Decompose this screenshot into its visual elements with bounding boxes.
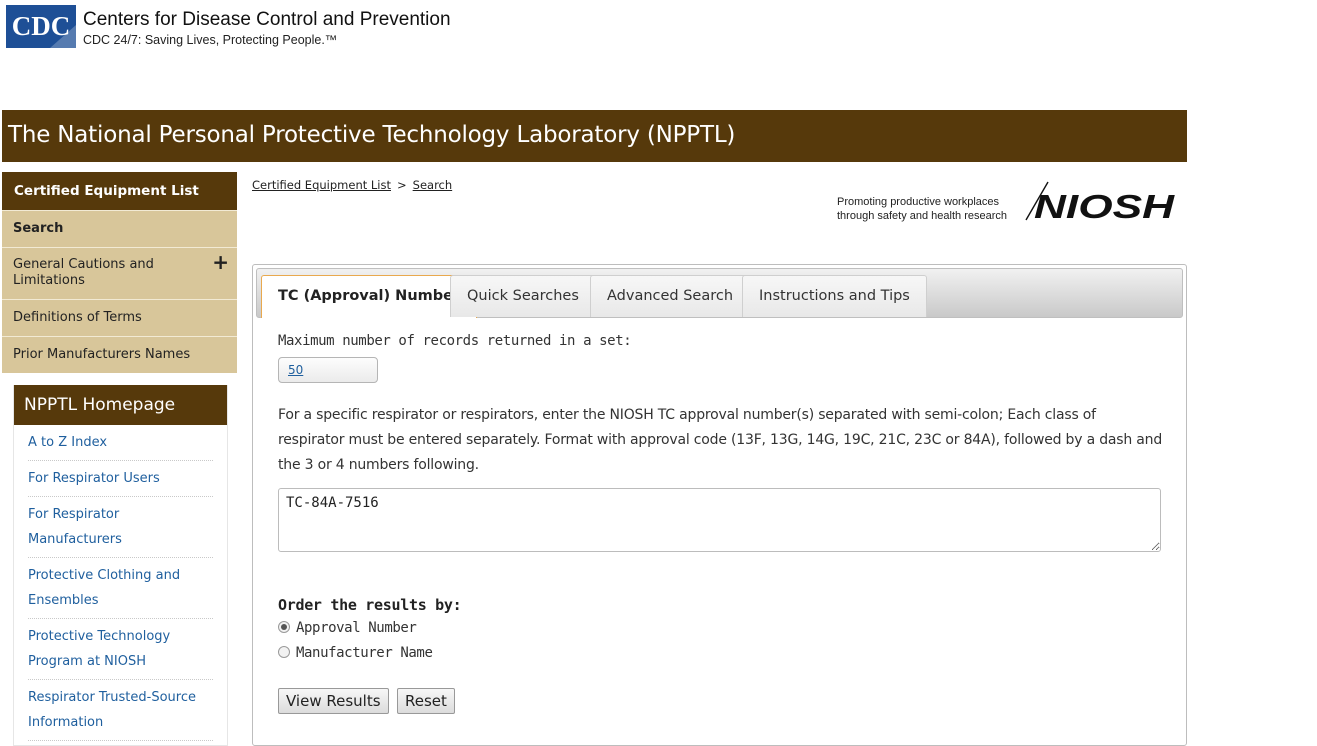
niosh-logo[interactable]: NIOSH	[1022, 180, 1182, 222]
tab-instructions-and-tips[interactable]: Instructions and Tips	[742, 275, 927, 317]
niosh-tagline-line1: Promoting productive workplaces	[837, 196, 1000, 208]
tab-tc-approval-number[interactable]: TC (Approval) Number	[261, 275, 478, 318]
cdc-logo[interactable]: CDC	[6, 5, 76, 48]
tc-number-input[interactable]: TC-84A-7516	[278, 488, 1161, 552]
breadcrumb-certified-equipment-list[interactable]: Certified Equipment List	[252, 178, 391, 192]
radio-approval-number[interactable]	[278, 621, 290, 633]
homepage-links: A to Z Index For Respirator Users For Re…	[14, 425, 227, 741]
banner-title[interactable]: The National Personal Protective Technol…	[8, 122, 735, 148]
radio-label: Manufacturer Name	[296, 645, 433, 661]
niosh-tagline-line2: through safety and health research	[837, 210, 1008, 222]
tc-instructions-text: For a specific respirator or respirators…	[278, 407, 1163, 473]
nav-item-definitions-of-terms[interactable]: Definitions of Terms	[2, 299, 237, 336]
view-results-button[interactable]: View Results	[278, 688, 389, 714]
link-a-to-z-index[interactable]: A to Z Index	[28, 425, 213, 461]
order-option-manufacturer-name[interactable]: Manufacturer Name	[278, 645, 433, 661]
nav-item-search[interactable]: Search	[2, 210, 237, 247]
niosh-logo-text: NIOSH	[1034, 188, 1176, 222]
breadcrumb-search[interactable]: Search	[413, 178, 453, 192]
nav-item-label: General Cautions and Limitations	[13, 257, 154, 288]
link-protective-technology-program[interactable]: Protective Technology Program at NIOSH	[28, 619, 213, 680]
radio-label: Approval Number	[296, 620, 417, 636]
cdc-tagline: CDC 24/7: Saving Lives, Protecting Peopl…	[83, 33, 338, 47]
breadcrumb-separator: >	[397, 178, 407, 192]
max-records-select[interactable]: 50	[278, 357, 378, 383]
max-records-label: Maximum number of records returned in a …	[278, 333, 632, 349]
npptl-homepage-heading[interactable]: NPPTL Homepage	[14, 385, 227, 425]
left-nav: Certified Equipment List Search General …	[2, 172, 237, 373]
link-respirator-trusted-source[interactable]: Respirator Trusted-Source Information	[28, 680, 213, 741]
order-results-label: Order the results by:	[278, 596, 462, 614]
link-for-respirator-manufacturers[interactable]: For Respirator Manufacturers	[28, 497, 213, 558]
order-option-approval-number[interactable]: Approval Number	[278, 620, 417, 636]
nav-heading-certified-equipment-list[interactable]: Certified Equipment List	[2, 172, 237, 210]
tab-advanced-search[interactable]: Advanced Search	[590, 275, 751, 317]
max-records-value[interactable]: 50	[288, 363, 303, 377]
expand-plus-icon[interactable]: +	[212, 252, 229, 272]
niosh-tagline: Promoting productive workplaces through …	[837, 195, 1007, 223]
tab-quick-searches[interactable]: Quick Searches	[450, 275, 596, 317]
search-panel: TC (Approval) Number Quick Searches Adva…	[252, 264, 1187, 746]
npptl-homepage-box: NPPTL Homepage A to Z Index For Respirat…	[13, 385, 228, 746]
cdc-logo-text: CDC	[12, 11, 71, 41]
breadcrumb: Certified Equipment List > Search	[252, 178, 452, 192]
cdc-org-name[interactable]: Centers for Disease Control and Preventi…	[83, 9, 451, 31]
radio-manufacturer-name[interactable]	[278, 646, 290, 658]
site-banner: The National Personal Protective Technol…	[2, 110, 1187, 162]
nav-item-general-cautions[interactable]: General Cautions and Limitations +	[2, 247, 237, 299]
link-protective-clothing[interactable]: Protective Clothing and Ensembles	[28, 558, 213, 619]
reset-button[interactable]: Reset	[397, 688, 455, 714]
nav-item-prior-manufacturers-names[interactable]: Prior Manufacturers Names	[2, 336, 237, 373]
link-for-respirator-users[interactable]: For Respirator Users	[28, 461, 213, 497]
tab-bar: TC (Approval) Number Quick Searches Adva…	[256, 268, 1183, 318]
